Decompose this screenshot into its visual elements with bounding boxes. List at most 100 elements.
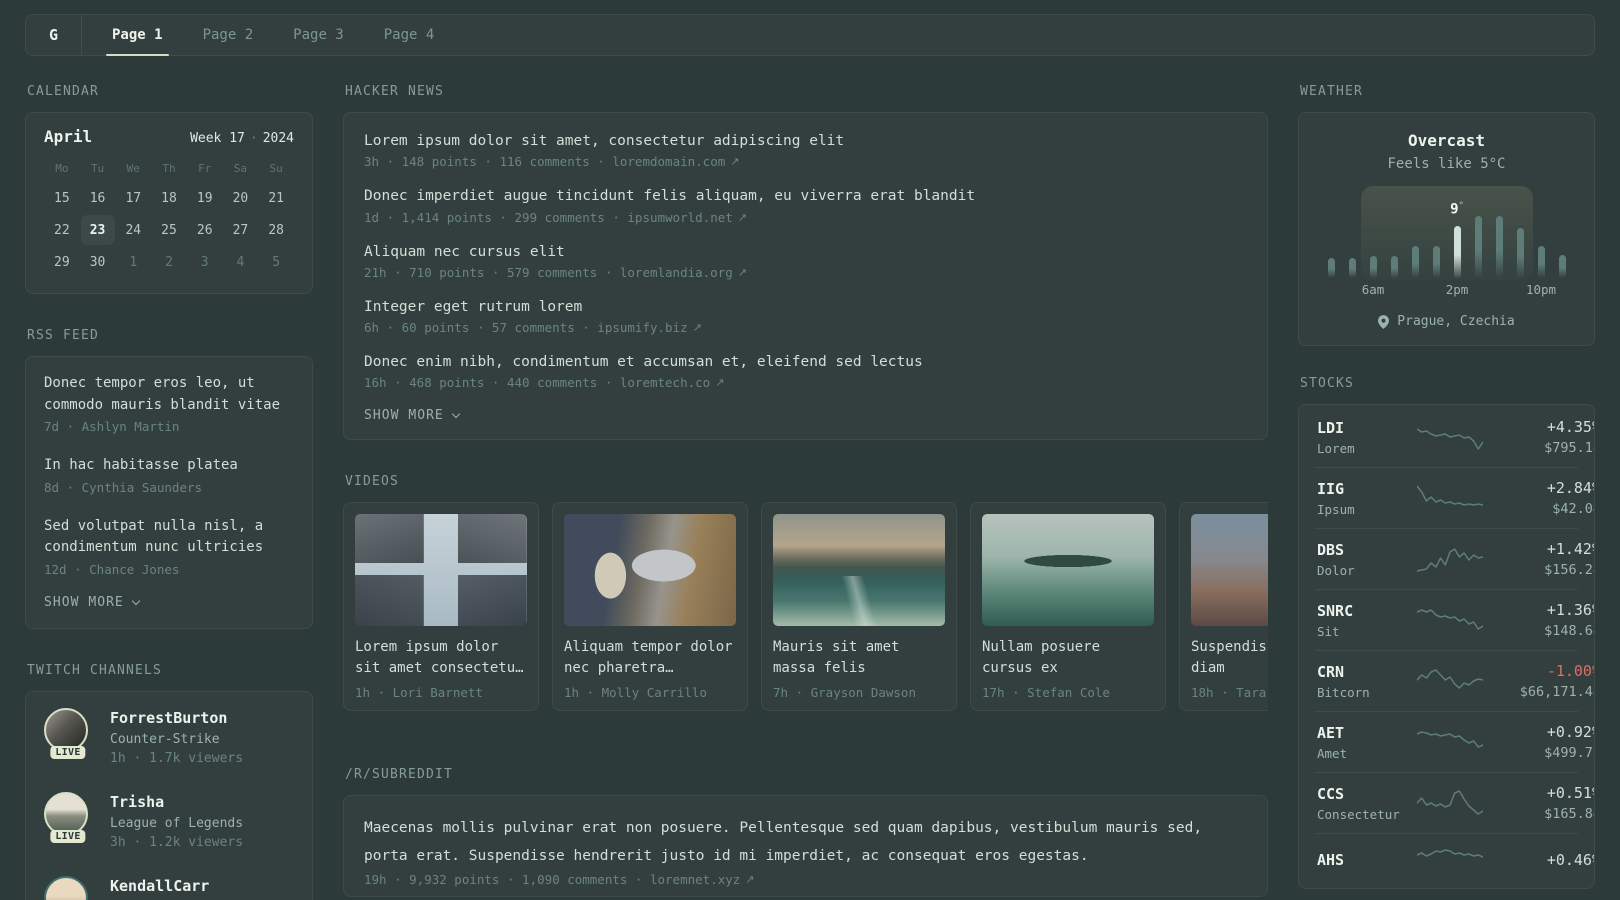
calendar-day[interactable]: 4 — [223, 247, 257, 277]
live-badge: LIVE — [50, 745, 86, 759]
video-title[interactable]: Nullam posuere cursus ex — [982, 637, 1154, 679]
video-thumbnail[interactable] — [982, 514, 1154, 627]
stock-row[interactable]: AET Amet +0.92% $499.72 — [1315, 711, 1594, 772]
calendar-day[interactable]: 17 — [116, 183, 150, 213]
stock-symbol[interactable]: AHS — [1317, 851, 1417, 869]
video-title[interactable]: Mauris sit amet massa felis — [773, 637, 945, 679]
item-domain-link[interactable]: loremnet.xyz — [650, 872, 740, 887]
video-thumbnail[interactable] — [564, 514, 736, 627]
rss-item[interactable]: Donec tempor eros leo, ut commodo mauris… — [44, 373, 294, 434]
nav-tab-page-1[interactable]: Page 1 — [92, 15, 183, 56]
calendar-day[interactable]: 30 — [81, 247, 115, 277]
hn-story[interactable]: Integer eget rutrum lorem 6h · 60 points … — [364, 297, 1247, 335]
calendar-day[interactable]: 2 — [152, 247, 186, 277]
nav-tab-page-4[interactable]: Page 4 — [364, 15, 455, 55]
calendar-day[interactable]: 3 — [188, 247, 222, 277]
nav-tabs: Page 1 Page 2 Page 3 Page 4 — [82, 15, 455, 56]
stock-row[interactable]: LDI Lorem +4.35% $795.18 — [1315, 407, 1594, 467]
calendar-day[interactable]: 19 — [188, 183, 222, 213]
hn-story-title[interactable]: Integer eget rutrum lorem — [364, 297, 1247, 317]
show-more-label: SHOW MORE — [364, 408, 444, 424]
active-tab-underline — [106, 54, 169, 56]
channel-name[interactable]: KendallCarr — [110, 876, 209, 896]
video-card[interactable]: Aliquam tempor dolor nec pharetra… 1h · Mo… — [552, 502, 748, 712]
stock-row[interactable]: SNRC Sit +1.36% $148.64 — [1315, 589, 1594, 650]
stock-symbol[interactable]: LDI — [1317, 419, 1417, 437]
calendar-day[interactable]: 26 — [188, 215, 222, 245]
hn-story[interactable]: Donec enim nibh, condimentum et accumsan… — [364, 352, 1247, 390]
stock-sparkline — [1417, 731, 1483, 748]
twitch-channel[interactable]: LIVE Trisha League of Legends 3h · 1.2k vie… — [44, 791, 294, 850]
calendar-day[interactable]: 24 — [116, 215, 150, 245]
stock-values: -1.00% $66,171.48 — [1483, 662, 1594, 700]
stock-sparkline — [1417, 609, 1483, 630]
show-more-button[interactable]: SHOW MORE — [364, 408, 461, 424]
video-thumbnail[interactable] — [1191, 514, 1268, 627]
nav-tab-page-2[interactable]: Page 2 — [183, 15, 274, 55]
calendar-day[interactable]: 15 — [45, 183, 79, 213]
item-meta: 6h · 60 points · 57 comments · ipsumify.… — [364, 320, 702, 336]
subreddit-post-title[interactable]: Maecenas mollis pulvinar erat non posuer… — [364, 814, 1247, 870]
app-logo[interactable]: G — [26, 15, 82, 55]
calendar-day[interactable]: 20 — [223, 183, 257, 213]
item-domain-link[interactable]: ipsumify.biz — [597, 320, 687, 335]
calendar-day[interactable]: 27 — [223, 215, 257, 245]
video-title-line: Nullam posuere — [982, 639, 1101, 656]
calendar-day[interactable]: 18 — [152, 183, 186, 213]
stock-row[interactable]: CRN Bitcorn -1.00% $66,171.48 — [1315, 650, 1594, 711]
twitch-channel[interactable]: LIVE ForrestBurton Counter-Strike 1h · 1.7k… — [44, 707, 294, 766]
item-domain-link[interactable]: loremdomain.com — [612, 154, 725, 169]
calendar-day-selected[interactable]: 23 — [80, 215, 115, 245]
weather-time-label: 2pm — [1445, 282, 1469, 297]
channel-info: KendallCarr — [110, 876, 209, 896]
rss-item[interactable]: Sed volutpat nulla nisl, a condimentum n… — [44, 516, 294, 577]
video-card[interactable]: Mauris sit amet massa felis 7h · Grayson D… — [761, 502, 957, 712]
hn-story-title[interactable]: Lorem ipsum dolor sit amet, consectetur … — [364, 131, 1247, 151]
video-title[interactable]: Aliquam tempor dolor nec pharetra… — [564, 637, 736, 679]
hn-story[interactable]: Aliquam nec cursus elit 21h · 710 points … — [364, 242, 1247, 280]
stock-row[interactable]: AHS +0.46% — [1315, 833, 1594, 886]
twitch-channel[interactable]: KendallCarr — [44, 876, 294, 900]
calendar-day[interactable]: 21 — [259, 183, 293, 213]
nav-tab-page-3[interactable]: Page 3 — [273, 15, 364, 55]
calendar-day[interactable]: 28 — [259, 215, 293, 245]
stock-symbol[interactable]: AET — [1317, 724, 1417, 742]
stock-row[interactable]: DBS Dolor +1.42% $156.28 — [1315, 528, 1594, 589]
hn-story-title[interactable]: Donec imperdiet augue tincidunt felis al… — [364, 186, 1247, 206]
rss-item[interactable]: In hac habitasse platea 8d · Cynthia Saun… — [44, 455, 294, 495]
center-column: HACKER NEWS Lorem ipsum dolor sit amet, … — [343, 84, 1268, 898]
item-domain-link[interactable]: loremtech.co — [620, 375, 710, 390]
video-card[interactable]: Nullam posuere cursus ex 17h · Stefan Cole — [970, 502, 1166, 712]
video-thumbnail[interactable] — [773, 514, 945, 627]
show-more-button[interactable]: SHOW MORE — [44, 595, 141, 610]
hn-story-title[interactable]: Donec enim nibh, condimentum et accumsan… — [364, 352, 1247, 372]
stock-symbol[interactable]: IIG — [1317, 480, 1417, 498]
stock-symbol[interactable]: DBS — [1317, 541, 1417, 559]
stock-symbol[interactable]: CCS — [1317, 785, 1417, 803]
calendar-header: April Week 17 · 2024 — [44, 127, 294, 146]
calendar-day[interactable]: 22 — [45, 215, 79, 245]
calendar-day[interactable]: 29 — [45, 247, 79, 277]
video-title[interactable]: Suspendisse diam — [1191, 637, 1268, 679]
hn-story[interactable]: Lorem ipsum dolor sit amet, consectetur … — [364, 131, 1247, 169]
video-card[interactable]: Suspendisse diam 18h · Tara — [1179, 502, 1268, 712]
hn-story-title[interactable]: Aliquam nec cursus elit — [364, 242, 1247, 262]
calendar-day[interactable]: 16 — [81, 183, 115, 213]
hn-story[interactable]: Donec imperdiet augue tincidunt felis al… — [364, 186, 1247, 224]
video-title[interactable]: Lorem ipsum dolor sit amet consectetu… — [355, 637, 527, 679]
calendar-day[interactable]: 1 — [116, 247, 150, 277]
video-thumbnail[interactable] — [355, 514, 527, 627]
stock-row[interactable]: CCS Consectetur +0.51% $165.84 — [1315, 772, 1594, 833]
stock-symbol[interactable]: CRN — [1317, 663, 1417, 681]
channel-name[interactable]: ForrestBurton — [110, 708, 243, 728]
stock-row[interactable]: IIG Ipsum +2.84% $42.04 — [1315, 467, 1594, 528]
channel-name[interactable]: Trisha — [110, 792, 243, 812]
stock-symbol[interactable]: SNRC — [1317, 602, 1417, 620]
rss-section-label: RSS FEED — [27, 328, 99, 343]
item-domain-link[interactable]: ipsumworld.net — [627, 210, 732, 225]
item-domain-link[interactable]: loremlandia.org — [620, 265, 733, 280]
calendar-day[interactable]: 25 — [152, 215, 186, 245]
subreddit-post[interactable]: Maecenas mollis pulvinar erat non posuer… — [364, 814, 1247, 887]
video-card[interactable]: Lorem ipsum dolor sit amet consectetu… 1h … — [343, 502, 539, 712]
calendar-day[interactable]: 5 — [259, 247, 293, 277]
